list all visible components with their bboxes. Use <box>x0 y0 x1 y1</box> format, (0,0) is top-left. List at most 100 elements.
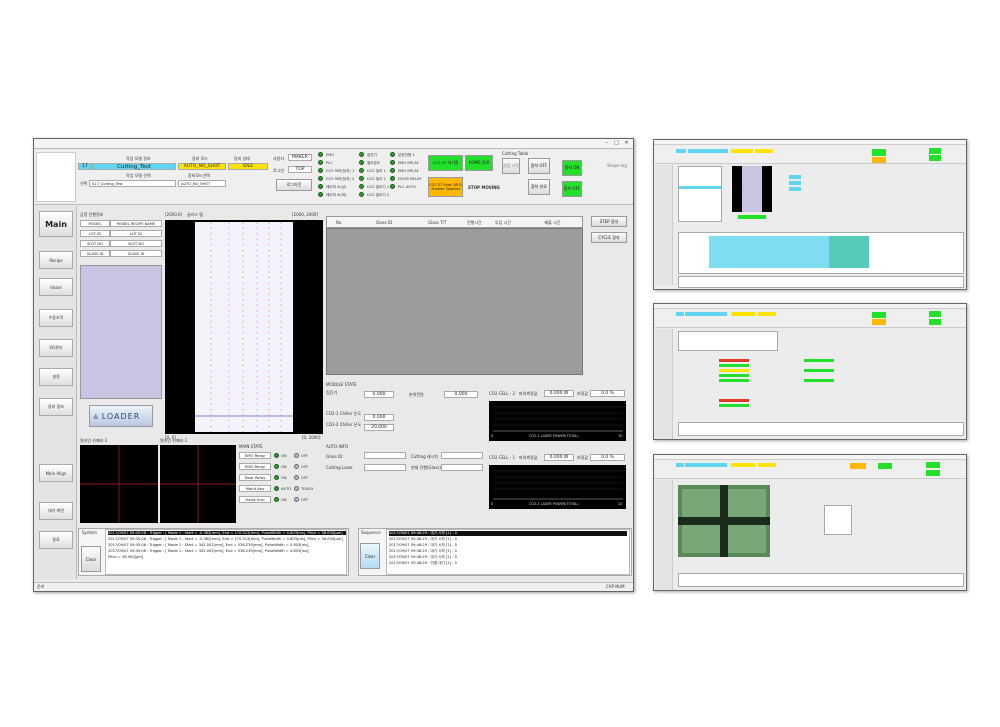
align-camera-2-label: 얼라인 카메라 2 <box>80 438 108 443</box>
interlock-b-label: CO2 칠러 2 <box>367 176 386 181</box>
co2-standby-status: CO2 ST 대기중 <box>428 155 463 171</box>
vacuum-on-button[interactable]: 흡착 ON <box>562 160 582 176</box>
thumb-green-button <box>929 319 941 325</box>
thumb-green-label <box>738 215 766 219</box>
thumb-red-bar <box>719 399 749 402</box>
sequence-log-list[interactable]: 2017/09/07 09:46:29 : 대기 시작 [1] - 0 2017/… <box>386 529 630 575</box>
interlock-c-label: PLC AUTO <box>398 184 416 189</box>
thumb-recipe-selected <box>679 186 721 189</box>
process-info-cell: LOT ID <box>80 230 110 237</box>
sidebar-item-menu[interactable]: I/O관리 <box>39 339 73 357</box>
interlock-a-label: CO2 모터(장치) 1 <box>326 168 355 173</box>
equip-state-value: IDLE <box>228 163 268 170</box>
thumb-log <box>678 422 964 436</box>
glass-table-body[interactable] <box>326 228 583 375</box>
glass-table-column-header: 배출 시간 <box>544 220 561 225</box>
process-info-cell: GLASS ID <box>110 250 162 257</box>
system-log-tab[interactable]: System <box>82 530 97 535</box>
main-state-led-b <box>294 475 299 480</box>
interlock-a-led <box>318 168 323 173</box>
logout-button[interactable]: 로그아웃 <box>276 179 312 191</box>
recipe-screen-thumbnail[interactable] <box>653 139 967 290</box>
interlock-b-label: 칠러온도 <box>367 160 381 165</box>
align-camera-2-view <box>80 445 158 523</box>
vision-screen-thumbnail[interactable] <box>653 454 967 591</box>
module-state-l1: 집진기 <box>326 390 338 395</box>
step-stop-button[interactable]: STEP 정지 <box>591 216 627 227</box>
auto-info-current: 현재 진행(Glass) <box>411 465 441 470</box>
interlock-b-label: CO2 칠러 1 <box>367 168 386 173</box>
cycle-stop-button[interactable]: CYCLE 정지 <box>591 232 627 243</box>
maximize-icon[interactable]: □ <box>612 140 621 147</box>
cutting-table-title: Cutting Table <box>502 151 529 156</box>
sidebar-item-menu[interactable]: Vision <box>39 278 73 296</box>
co2-1-value: 0.000 W <box>544 454 574 461</box>
chart-axis-title: CO2-2 LASER POWER(TOTAL) <box>529 434 579 438</box>
interlock-b-led <box>359 160 364 165</box>
model-select-dropdown[interactable]: 017_Cutting_Test <box>89 180 176 187</box>
system-log-list[interactable]: 2017/09/07 09:45:06 : Trigger : [ Mode 1… <box>105 529 347 575</box>
module-state-v2: 0.000 <box>444 391 478 398</box>
glass-preview <box>80 265 162 399</box>
main-state-led-a <box>274 453 279 458</box>
interlock-c-led <box>390 160 395 165</box>
sidebar-item-menu[interactable]: 종료 <box>39 531 73 549</box>
interlock-a-led <box>318 176 323 181</box>
vacuum-off-button[interactable]: 흡착 OFF <box>562 181 582 197</box>
sidebar-item-menu[interactable]: 장비 정보 <box>39 398 73 416</box>
io-screen-thumbnail[interactable] <box>653 303 967 440</box>
thumb-recipe-list <box>678 166 722 222</box>
sidebar-item-menu[interactable]: 설정 <box>39 368 73 386</box>
model-select-prefix: 선택 <box>80 181 88 186</box>
thumb-log <box>678 573 964 587</box>
interlock-c-led <box>390 168 395 173</box>
module-state-v4: 20.000 <box>364 424 394 431</box>
main-state-led-b <box>294 486 299 491</box>
sidebar-item-menu[interactable]: 대기 화면 <box>39 502 73 520</box>
thumb-green-button <box>929 311 941 317</box>
absorb-done-button[interactable]: 흡착 완료 <box>528 179 550 195</box>
login-value: TOP <box>288 166 312 173</box>
minimize-icon[interactable]: – <box>602 140 611 147</box>
interlock-a-led <box>318 160 323 165</box>
main-state-value-b: OFF <box>301 475 308 480</box>
thumb-yellow-field <box>731 463 755 467</box>
co2-2-value2: 0.0 % <box>590 390 625 397</box>
main-state-led-b <box>294 497 299 502</box>
sequence-log-line: 2017/09/07 09:46:29 : 대기 시작 [1] - 0 <box>389 549 457 553</box>
thumb-green-button <box>929 155 941 161</box>
main-state-label: Hand Grip <box>239 496 271 503</box>
thumb-green-bar <box>804 359 834 362</box>
thumb-green-bar <box>719 374 749 377</box>
system-clear-button[interactable]: Clear <box>81 546 101 572</box>
interlock-c-led <box>390 176 395 181</box>
auto-info-laser-field <box>364 464 406 471</box>
origin-start-button[interactable]: 원점 시작 <box>502 158 520 174</box>
sidebar-item-menu[interactable]: 수동조작 <box>39 309 73 327</box>
absorb-off-button[interactable]: 흡착 OFF <box>528 158 550 174</box>
sidebar-item-menu[interactable]: Recipe <box>39 251 73 269</box>
mode-select-dropdown[interactable]: AUTO_NO_SHOT <box>178 180 226 187</box>
thumb-green-bar <box>804 369 834 372</box>
sequence-log-tab[interactable]: Sequence <box>361 530 381 535</box>
main-state-led-b <box>294 464 299 469</box>
system-log-line: 2017/09/07 09:45:06 : Trigger : [ Mode 1… <box>108 549 310 553</box>
sequence-clear-button[interactable]: Clear <box>360 543 380 569</box>
thumb-cyan-field <box>676 312 684 316</box>
sidebar-item-main[interactable]: Main <box>39 211 73 237</box>
sidebar: Main Recipe Vision 수동조작 I/O관리설정장비 정보 Main Ali… <box>35 206 77 579</box>
process-info-header: MODEL RECIPE NAME <box>110 220 162 227</box>
glass-table-header: No Glass ID Glass T/T 진행시간 투입 시간 배출 시간 <box>326 216 583 228</box>
system-log-line: Pitch = 36.000[μm] <box>108 555 144 559</box>
thumb-green-button <box>929 148 941 154</box>
module-state-v1: 0.000 <box>364 391 394 398</box>
process-info-cell: SLOT NO <box>110 240 162 247</box>
sidebar-item-menu[interactable]: Main Align <box>39 464 73 482</box>
auto-info-current-field <box>441 464 483 471</box>
stop-moving-status: STOP MOVING <box>468 185 500 190</box>
co2-1-power-chart: 0 10CO2-1 LASER POWER(TOTAL) <box>489 465 626 509</box>
loader-button[interactable]: ▲ LOADER <box>89 405 153 427</box>
close-icon[interactable]: ✕ <box>622 140 631 147</box>
co2-2-value: 0.000 W <box>544 390 574 397</box>
thumb-green-status <box>878 463 892 469</box>
